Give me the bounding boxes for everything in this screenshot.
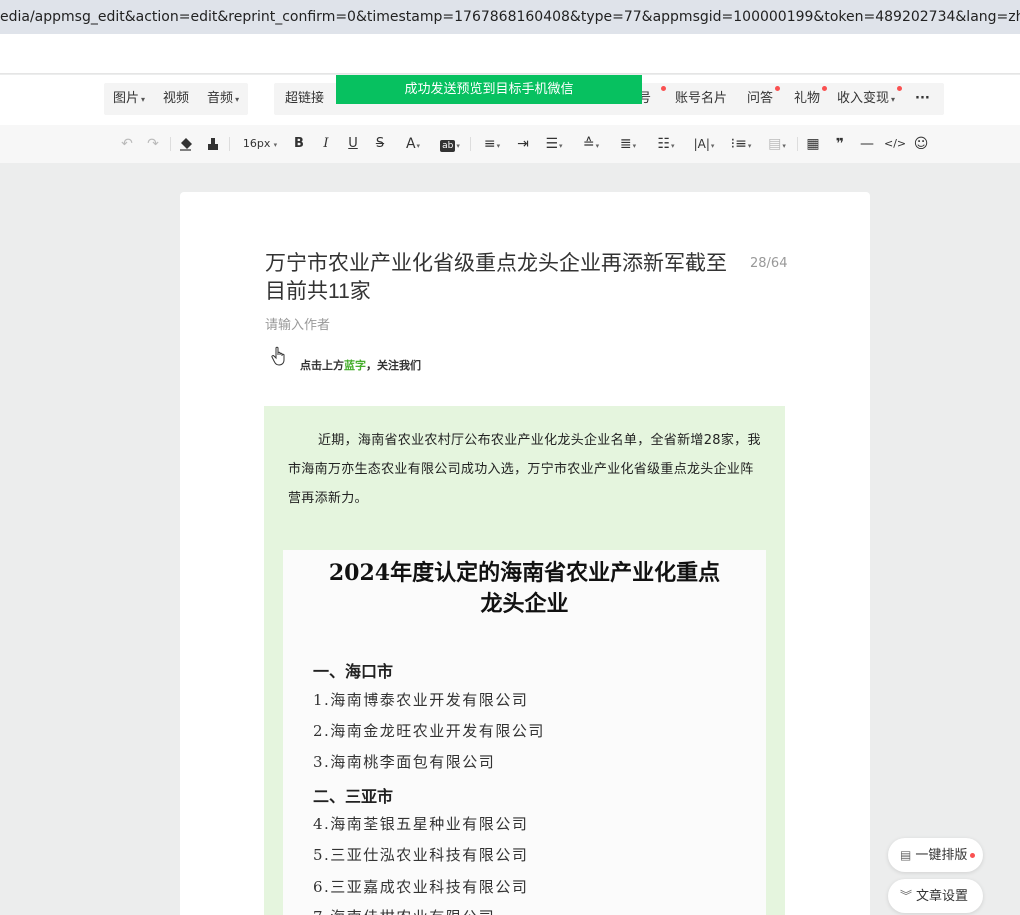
font-size-select[interactable]: 16px ▾	[236, 125, 284, 163]
margin-icon[interactable]: ☷▾	[652, 125, 680, 163]
hand-pointer-icon	[271, 346, 285, 366]
layout-icon: ▤	[900, 848, 912, 862]
font-color-icon[interactable]: A▾	[400, 125, 426, 163]
article-settings-button[interactable]: ︾ 文章设置	[888, 879, 983, 913]
more-button[interactable]: ···	[906, 83, 939, 115]
new-dot	[897, 86, 903, 91]
clear-format-icon[interactable]	[177, 125, 195, 163]
line-height-icon[interactable]: ≙▾	[577, 125, 605, 163]
new-dot	[970, 853, 976, 858]
income-button[interactable]: 收入变现 ▾	[828, 83, 904, 115]
company-item: 2.海南金龙旺农业开发有限公司	[313, 722, 545, 740]
format-toolbar: ↶ ↷ 16px ▾ B I U S A▾ ab ▾ ≡▾ ⇥ ☰▾ ≙▾ ≣▾ …	[0, 125, 1020, 163]
insert-qa-button[interactable]: 问答	[738, 83, 782, 115]
image-title: 2024年度认定的海南省农业产业化重点 龙头企业	[328, 560, 721, 617]
insert-gift-button[interactable]: 礼物	[785, 83, 829, 115]
intro-paragraph[interactable]: 近期，海南省农业农村厅公布农业产业化龙头企业名单，全省新增28家，我市海南万亦生…	[288, 426, 764, 513]
new-dot	[775, 86, 781, 91]
company-item: 4.海南荃银五星种业有限公司	[313, 815, 529, 833]
underline-icon[interactable]: U	[344, 125, 362, 163]
address-bar[interactable]: edia/appmsg_edit&action=edit&reprint_con…	[0, 0, 1020, 34]
company-item: 1.海南博泰农业开发有限公司	[313, 691, 529, 709]
italic-icon[interactable]: I	[317, 125, 335, 163]
bold-icon[interactable]: B	[290, 125, 308, 163]
insert-video-button[interactable]: 视频	[154, 83, 198, 115]
emoji-icon[interactable]: ☺	[911, 125, 931, 163]
company-item: 5.三亚仕泓农业科技有限公司	[313, 846, 529, 864]
media-group: 图片 ▾ 视频 音频 ▾	[104, 83, 249, 115]
insert-link-button[interactable]: 超链接	[276, 83, 333, 115]
chevron-down-icon: ▾	[235, 95, 240, 104]
redo-icon[interactable]: ↷	[144, 125, 162, 163]
company-item: 6.三亚嘉成农业科技有限公司	[313, 878, 529, 896]
chevron-down-icon: ▾	[416, 142, 421, 150]
new-dot	[822, 86, 828, 91]
divider-icon[interactable]: —	[858, 125, 876, 163]
indent-icon[interactable]: ⇥	[514, 125, 532, 163]
company-item: 3.海南桃李面包有限公司	[313, 753, 496, 771]
region-heading: 一、海口市	[313, 662, 394, 681]
text-direction-icon[interactable]: |A|▾	[689, 125, 719, 163]
columns-icon[interactable]: ▤▾	[763, 125, 791, 163]
strikethrough-icon[interactable]: S	[371, 125, 389, 163]
article-title-input[interactable]: 万宁市农业产业化省级重点龙头企业再添新军截至目前共11家	[265, 250, 735, 306]
insert-audio-button[interactable]: 音频 ▾	[198, 83, 248, 115]
list-icon[interactable]: ⁝≡▾	[727, 125, 755, 163]
chevron-down-icon: ▾	[891, 95, 896, 104]
insert-image-button[interactable]: 图片 ▾	[104, 83, 154, 115]
url-text: edia/appmsg_edit&action=edit&reprint_con…	[0, 9, 1020, 25]
align-icon[interactable]: ≡▾	[478, 125, 506, 163]
company-item: 7.海南佳柑农业有限公司	[313, 906, 495, 915]
author-input[interactable]: 请输入作者	[265, 314, 330, 333]
follow-prompt: 点击上方蓝字，关注我们	[300, 359, 421, 372]
undo-icon[interactable]: ↶	[118, 125, 136, 163]
background-color-icon[interactable]: ab ▾	[436, 125, 464, 163]
chevron-down-icon: ▾	[271, 141, 278, 149]
chevron-down-icon: ▾	[141, 95, 146, 104]
title-char-count: 28/64	[750, 256, 788, 271]
insert-account-card-button[interactable]: 账号名片	[666, 83, 736, 115]
code-icon[interactable]: </>	[884, 125, 906, 163]
chevron-double-down-icon: ︾	[900, 889, 913, 903]
quote-icon[interactable]: ❞	[831, 125, 849, 163]
chevron-down-icon: ▾	[456, 142, 460, 150]
letter-spacing-icon[interactable]: ≣▾	[614, 125, 642, 163]
one-click-layout-button[interactable]: ▤ 一键排版	[888, 838, 983, 872]
paragraph-spacing-icon[interactable]: ☰▾	[540, 125, 568, 163]
editor-header	[0, 34, 1020, 74]
success-toast: 成功发送预览到目标手机微信	[336, 75, 642, 104]
table-icon[interactable]: ▦	[804, 125, 822, 163]
format-painter-icon[interactable]	[204, 125, 222, 163]
region-heading: 二、三亚市	[313, 787, 394, 806]
